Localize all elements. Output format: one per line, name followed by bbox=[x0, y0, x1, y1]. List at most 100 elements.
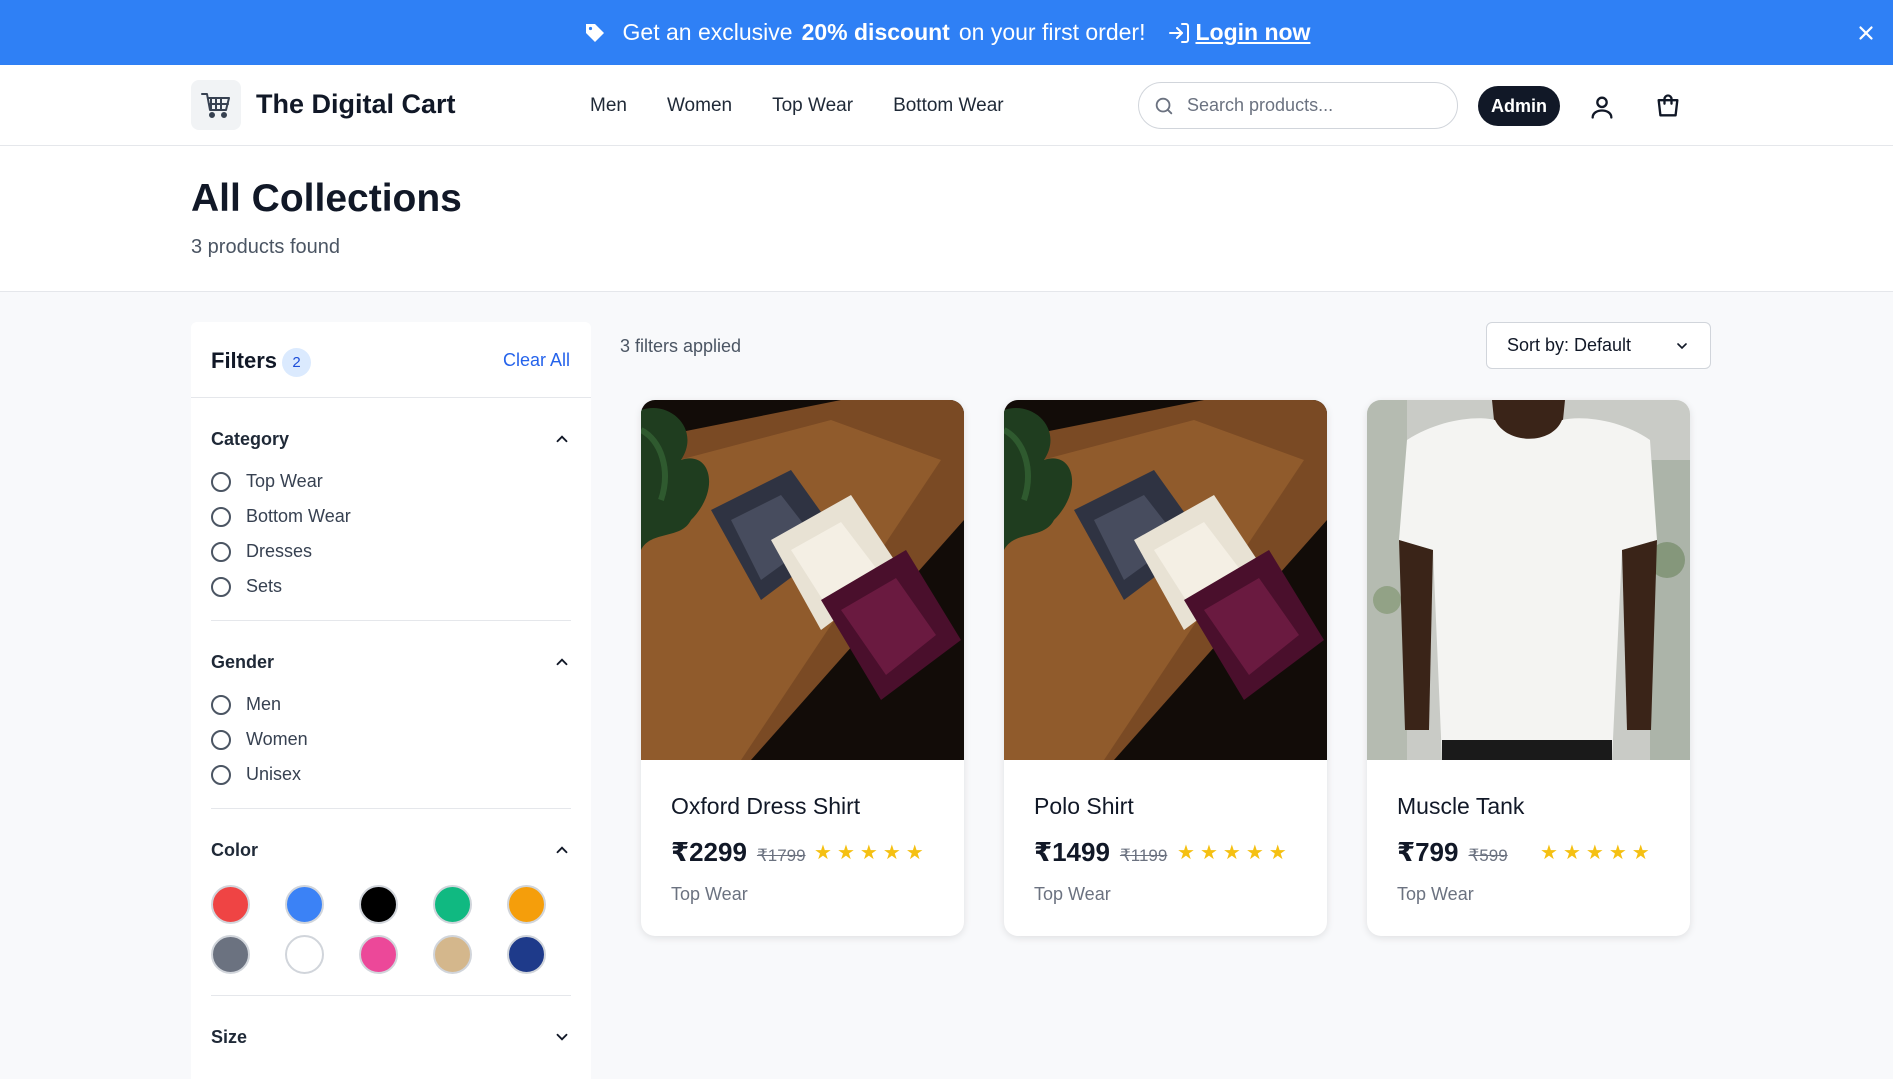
gender-option[interactable]: Men bbox=[211, 687, 571, 722]
star-icon: ★ bbox=[1268, 842, 1287, 864]
clear-all-button[interactable]: Clear All bbox=[503, 350, 570, 371]
size-title: Size bbox=[211, 1026, 248, 1047]
radio-button[interactable] bbox=[211, 541, 231, 562]
category-option[interactable]: Sets bbox=[211, 569, 571, 604]
star-icon: ★ bbox=[814, 842, 832, 864]
product-name[interactable]: Muscle Tank bbox=[1397, 793, 1524, 820]
size-section: Size bbox=[211, 996, 571, 1052]
product-price: ₹1499 bbox=[1034, 837, 1110, 867]
chevron-down-icon bbox=[556, 1033, 568, 1041]
star-icon: ★ bbox=[859, 842, 878, 864]
star-rating: ★ ★ ★ ★ ★ bbox=[1540, 840, 1650, 865]
radio-button[interactable] bbox=[211, 764, 231, 785]
star-icon: ★ bbox=[1631, 842, 1650, 864]
size-header[interactable]: Size bbox=[211, 1022, 571, 1052]
login-link[interactable]: Login now bbox=[1167, 19, 1310, 46]
gender-header[interactable]: Gender bbox=[211, 647, 571, 677]
radio-button[interactable] bbox=[211, 471, 231, 492]
close-icon[interactable] bbox=[1855, 22, 1877, 44]
logo[interactable] bbox=[191, 80, 241, 130]
product-category: Top Wear bbox=[1397, 884, 1474, 904]
tag-icon bbox=[585, 23, 604, 42]
radio-button[interactable] bbox=[211, 506, 231, 527]
promo-text-before: Get an exclusive bbox=[622, 19, 793, 45]
product-image[interactable] bbox=[641, 400, 964, 760]
option-label: Dresses bbox=[246, 541, 313, 561]
star-icon: ★ bbox=[836, 842, 855, 864]
product-image[interactable] bbox=[1004, 400, 1327, 760]
search-icon bbox=[1155, 97, 1173, 114]
cart-icon[interactable] bbox=[1654, 92, 1682, 120]
star-icon: ★ bbox=[1608, 842, 1627, 864]
nav-women[interactable]: Women bbox=[667, 95, 732, 117]
product-image[interactable] bbox=[1367, 400, 1690, 760]
product-name[interactable]: Polo Shirt bbox=[1034, 793, 1134, 820]
star-icon: ★ bbox=[1540, 842, 1558, 864]
product-category: Top Wear bbox=[1034, 884, 1111, 904]
gender-option[interactable]: Unisex bbox=[211, 757, 571, 792]
product-card[interactable]: Polo Shirt ₹1499 ₹1199 ★ ★ ★ ★ ★ Top Wear bbox=[1004, 400, 1327, 936]
user-icon[interactable] bbox=[1588, 93, 1616, 121]
color-swatch[interactable] bbox=[359, 935, 398, 974]
color-swatch[interactable] bbox=[285, 935, 324, 974]
shopping-cart-logo-icon bbox=[201, 93, 230, 118]
search-input[interactable] bbox=[1187, 95, 1437, 116]
star-icon: ★ bbox=[1199, 842, 1218, 864]
product-prices: ₹2299 ₹1799 bbox=[671, 837, 806, 868]
product-prices: ₹1499 ₹1199 bbox=[1034, 837, 1167, 868]
color-swatch[interactable] bbox=[433, 885, 472, 924]
radio-button[interactable] bbox=[211, 576, 231, 597]
color-header[interactable]: Color bbox=[211, 835, 571, 865]
star-icon: ★ bbox=[882, 842, 901, 864]
option-label: Sets bbox=[246, 576, 283, 596]
nav-bottom-wear[interactable]: Bottom Wear bbox=[893, 95, 1004, 117]
product-card[interactable]: Muscle Tank ₹799 ₹599 ★ ★ ★ ★ ★ Top Wear bbox=[1367, 400, 1690, 936]
sort-label: Sort by: Default bbox=[1507, 335, 1632, 355]
color-title: Color bbox=[211, 839, 258, 860]
star-rating: ★ ★ ★ ★ ★ bbox=[1177, 840, 1287, 865]
promo-highlight: 20% discount bbox=[801, 19, 950, 45]
admin-button[interactable]: Admin bbox=[1478, 86, 1560, 126]
color-swatch[interactable] bbox=[211, 885, 250, 924]
radio-button[interactable] bbox=[211, 694, 231, 715]
login-icon bbox=[1169, 22, 1190, 43]
promo-text-after: on your first order! bbox=[958, 19, 1146, 45]
gender-title: Gender bbox=[211, 651, 275, 672]
category-header[interactable]: Category bbox=[211, 424, 571, 454]
filter-header: Filters 2 Clear All bbox=[191, 322, 591, 398]
color-swatch[interactable] bbox=[507, 885, 546, 924]
star-icon: ★ bbox=[905, 842, 924, 864]
category-option[interactable]: Top Wear bbox=[211, 464, 571, 499]
star-icon: ★ bbox=[1245, 842, 1264, 864]
search-box bbox=[1138, 82, 1458, 129]
product-card[interactable]: Oxford Dress Shirt ₹2299 ₹1799 ★ ★ ★ ★ ★ Top… bbox=[641, 400, 964, 936]
color-swatch[interactable] bbox=[507, 935, 546, 974]
radio-button[interactable] bbox=[211, 729, 231, 750]
color-swatch[interactable] bbox=[285, 885, 324, 924]
product-price: ₹799 bbox=[1397, 837, 1459, 867]
gender-option[interactable]: Women bbox=[211, 722, 571, 757]
color-swatches bbox=[211, 885, 571, 995]
product-old-price: ₹1199 bbox=[1119, 846, 1168, 865]
brand-name[interactable]: The Digital Cart bbox=[256, 89, 456, 120]
color-swatch[interactable] bbox=[359, 885, 398, 924]
color-section: Color bbox=[211, 809, 571, 996]
star-rating: ★ ★ ★ ★ ★ bbox=[814, 840, 924, 865]
category-option[interactable]: Bottom Wear bbox=[211, 499, 571, 534]
product-price: ₹2299 bbox=[671, 837, 747, 867]
product-name[interactable]: Oxford Dress Shirt bbox=[671, 793, 860, 820]
product-old-price: ₹1799 bbox=[756, 846, 806, 865]
nav-men[interactable]: Men bbox=[590, 95, 627, 117]
product-count: 3 products found bbox=[191, 236, 340, 258]
sort-dropdown[interactable]: Sort by: Default bbox=[1486, 322, 1711, 369]
category-option[interactable]: Dresses bbox=[211, 534, 571, 569]
page-header: All Collections 3 products found bbox=[0, 146, 1893, 292]
category-section: Category Top Wear Bottom Wear Dresses Se… bbox=[211, 398, 571, 621]
nav-top-wear[interactable]: Top Wear bbox=[772, 95, 853, 117]
filters-applied-text: 3 filters applied bbox=[620, 336, 742, 356]
color-swatch[interactable] bbox=[433, 935, 472, 974]
product-old-price: ₹599 bbox=[1468, 846, 1508, 865]
color-swatch[interactable] bbox=[211, 935, 250, 974]
login-label: Login now bbox=[1195, 19, 1311, 45]
category-title: Category bbox=[211, 428, 290, 449]
